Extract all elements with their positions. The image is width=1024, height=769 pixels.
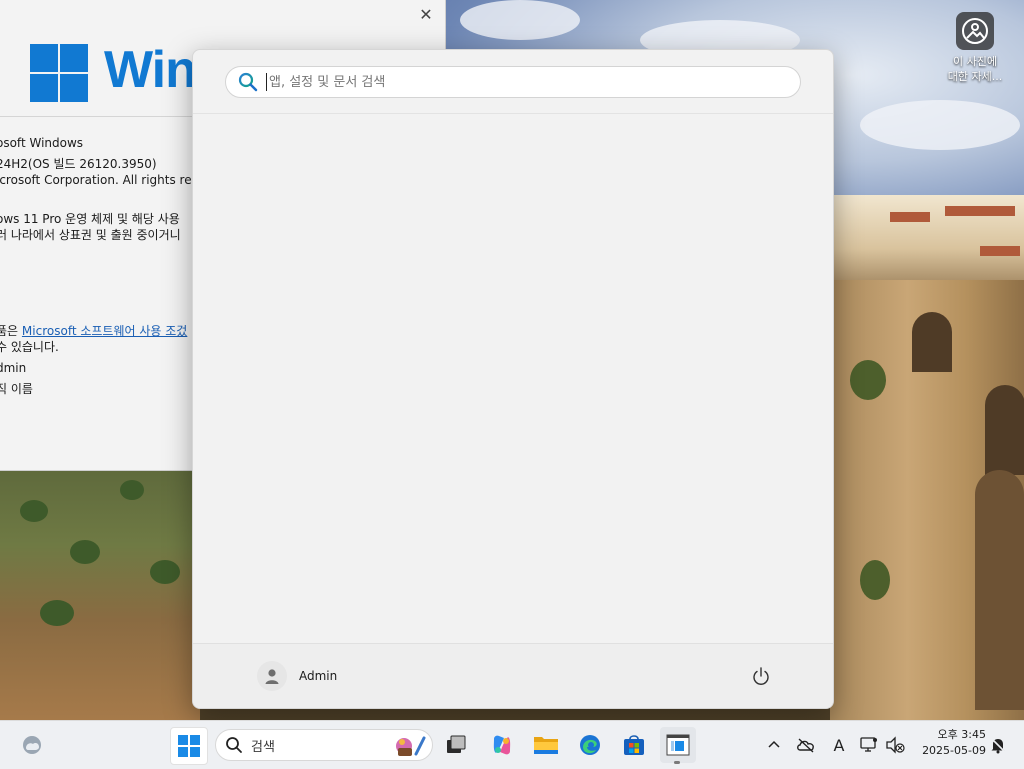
edge-icon bbox=[580, 735, 600, 755]
camera-info-icon bbox=[956, 12, 994, 50]
license-terms-link[interactable]: Microsoft 소프트웨어 사용 조겄 bbox=[22, 324, 187, 338]
folder-icon bbox=[534, 737, 558, 754]
user-account-button[interactable]: Admin bbox=[257, 660, 337, 692]
about-version: 24H2(OS 빌드 26120.3950) bbox=[0, 157, 157, 171]
power-button[interactable] bbox=[749, 664, 773, 688]
clock-time: 오후 3:45 bbox=[937, 728, 986, 741]
windows-logo bbox=[30, 44, 88, 102]
copilot-icon bbox=[493, 735, 511, 755]
about-legal-line-1: ows 11 Pro 운영 체제 및 해당 사용 bbox=[0, 212, 180, 226]
weather-widget-icon bbox=[23, 736, 41, 754]
store-icon bbox=[624, 735, 644, 755]
search-icon bbox=[238, 72, 258, 92]
start-search-box[interactable] bbox=[225, 66, 801, 98]
user-name: Admin bbox=[299, 669, 338, 683]
volume-muted-icon[interactable] bbox=[884, 734, 906, 756]
start-menu: Admin bbox=[192, 49, 834, 709]
taskbar: 검색 A 오후 3:45 2025-05-09 bbox=[0, 720, 1024, 769]
about-license-prefix: 품은 bbox=[0, 324, 19, 338]
start-search-input[interactable] bbox=[266, 73, 800, 91]
edge-browser-button[interactable] bbox=[572, 727, 608, 763]
copilot-button[interactable] bbox=[484, 727, 520, 763]
desktop-icon-label: 이 사진에 대한 자세... bbox=[947, 55, 1003, 83]
about-copyright: icrosoft Corporation. All rights reser bbox=[0, 173, 211, 187]
microsoft-store-button[interactable] bbox=[616, 727, 652, 763]
winver-app-button[interactable] bbox=[660, 727, 696, 763]
taskbar-search-box[interactable]: 검색 bbox=[215, 729, 433, 761]
person-icon bbox=[265, 669, 279, 684]
notification-bell-icon[interactable] bbox=[987, 734, 1009, 756]
about-product-name: osoft Windows bbox=[0, 136, 84, 150]
user-avatar bbox=[257, 661, 287, 691]
about-license-line: 품은 Microsoft 소프트웨어 사용 조겄 bbox=[0, 322, 187, 339]
about-titlebar: ✕ bbox=[0, 0, 445, 30]
windows-wordmark: Win bbox=[104, 41, 197, 99]
winver-app-icon bbox=[666, 734, 690, 756]
close-icon[interactable]: ✕ bbox=[415, 4, 437, 26]
clock-button[interactable]: 오후 3:45 2025-05-09 bbox=[912, 727, 986, 759]
about-legal-line-2: 러 나라에서 상표권 및 출원 중이거니 bbox=[0, 228, 181, 242]
about-license-line-2: 수 있습니다. bbox=[0, 340, 59, 354]
windows-start-icon bbox=[178, 735, 200, 757]
start-footer: Admin bbox=[193, 643, 833, 708]
network-icon[interactable] bbox=[858, 734, 880, 756]
about-organization: 직 이름 bbox=[0, 382, 33, 396]
start-button[interactable] bbox=[170, 727, 208, 765]
clock-date: 2025-05-09 bbox=[922, 744, 986, 757]
task-view-button[interactable] bbox=[438, 727, 474, 763]
taskbar-search-label: 검색 bbox=[251, 739, 275, 755]
power-icon bbox=[753, 667, 769, 685]
input-method-indicator[interactable]: A bbox=[828, 734, 850, 756]
file-explorer-button[interactable] bbox=[528, 727, 564, 763]
learn-about-picture-desktop-icon[interactable]: 이 사진에 대한 자세... bbox=[940, 8, 1010, 84]
search-icon bbox=[226, 737, 242, 753]
onedrive-offline-icon[interactable] bbox=[795, 734, 817, 756]
search-highlight-icon bbox=[396, 736, 426, 756]
task-view-icon bbox=[447, 735, 466, 753]
show-hidden-icons-chevron-icon[interactable] bbox=[763, 734, 785, 756]
running-indicator bbox=[674, 761, 680, 764]
about-licensed-user: dmin bbox=[0, 361, 27, 375]
widgets-button[interactable] bbox=[14, 727, 50, 763]
